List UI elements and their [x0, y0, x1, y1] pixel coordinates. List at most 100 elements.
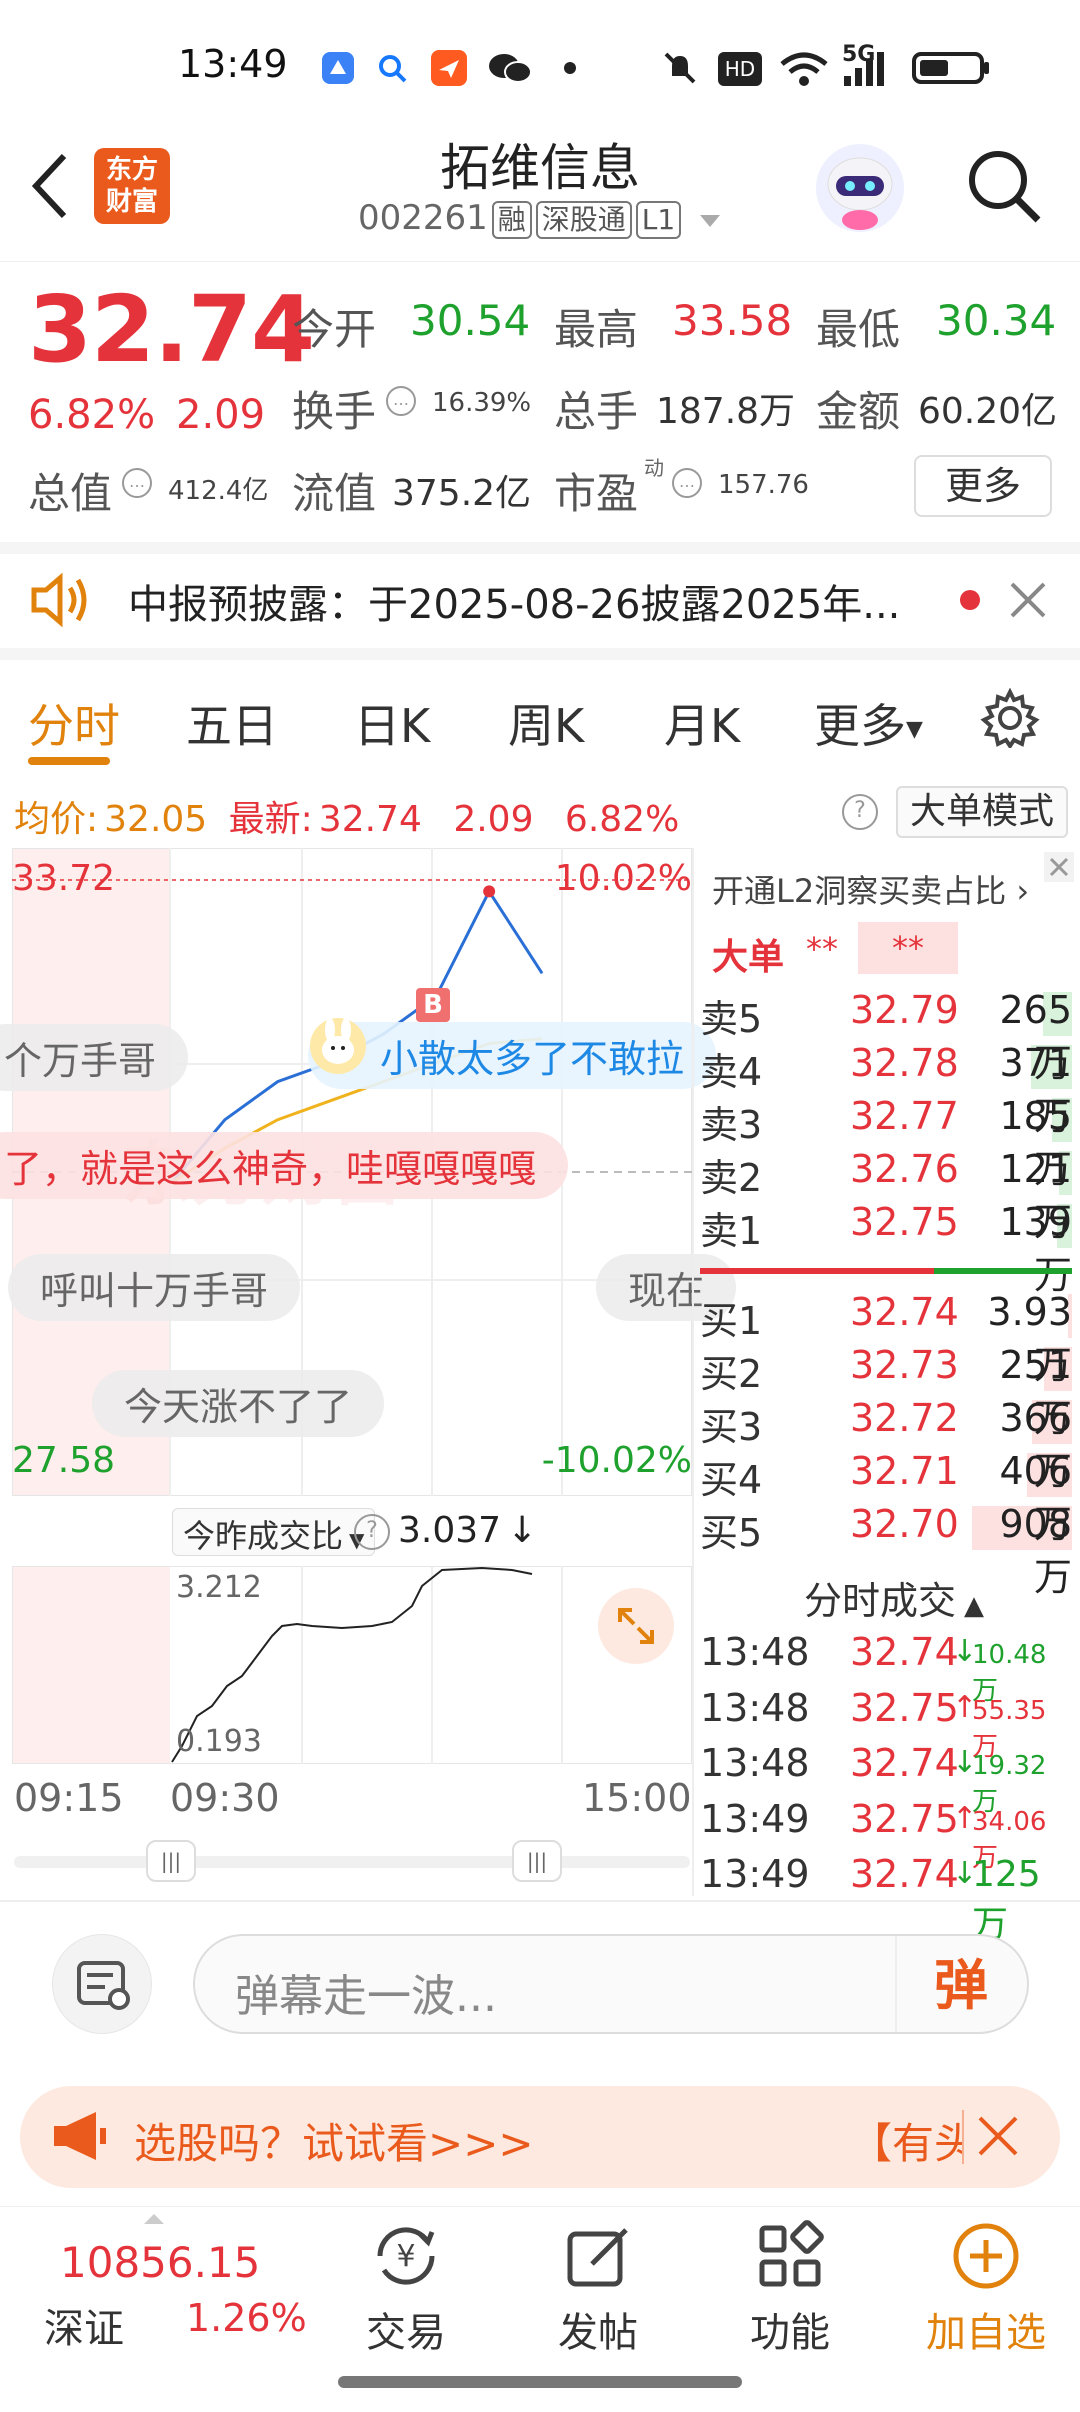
tab-five-day[interactable]: 五日	[186, 690, 278, 756]
bid-ask-ratio-red	[700, 1268, 934, 1274]
tick-price: 32.75	[850, 1685, 959, 1730]
open-value: 30.54	[410, 296, 531, 345]
intraday-chart[interactable]: 33.72 10.02% 27.58 -10.02% B 东方财富 个万手哥 小…	[0, 847, 737, 1497]
expand-up-icon[interactable]	[142, 2212, 166, 2226]
ask-price: 32.77	[850, 1094, 959, 1138]
ask-price: 32.79	[850, 988, 959, 1032]
close-l2-icon[interactable]	[1044, 852, 1074, 882]
expand-button[interactable]	[598, 1588, 674, 1664]
ask-row[interactable]: 卖3 32.77 185万	[700, 1094, 1072, 1191]
high-value: 33.58	[672, 296, 793, 345]
time-label-open: 09:30	[170, 1776, 280, 1820]
trade-icon: ¥	[377, 2227, 435, 2285]
bid-row[interactable]: 买3 32.72 366万	[700, 1396, 1072, 1493]
ask-row[interactable]: 卖5 32.79 265万	[700, 988, 1072, 1085]
search-icon[interactable]	[964, 146, 1044, 226]
status-bar: 13:49 HD 5G	[0, 0, 1080, 140]
functions-icon	[759, 2220, 824, 2287]
nav-add-watchlist[interactable]: 加自选	[916, 2300, 1056, 2358]
danmu-bubble[interactable]: 个万手哥	[0, 1024, 189, 1091]
nav-post[interactable]: 发帖	[528, 2300, 668, 2358]
latest-change: 2.09	[453, 799, 534, 840]
danmu-bubble[interactable]: 今天涨不了了	[92, 1370, 385, 1437]
mktcap-label: 总值	[28, 469, 113, 518]
tag-connect: 深股通	[535, 201, 632, 239]
tick-row[interactable]: 13:48 32.74 ↓ 19.32万	[700, 1741, 1072, 1817]
tab-more[interactable]: 更多▼	[814, 690, 923, 756]
mktcap-info-icon[interactable]: …	[122, 468, 152, 498]
volume-ratio-chart: 3.212 0.193	[11, 1565, 693, 1765]
index-value[interactable]: 10856.15	[60, 2238, 260, 2287]
tick-row[interactable]: 13:49 32.75 ↑ 34.06万	[700, 1796, 1072, 1873]
add-watchlist-icon	[953, 2223, 1019, 2289]
tick-time: 13:49	[700, 1796, 810, 1841]
nav-trade[interactable]: 交易	[336, 2300, 476, 2358]
pe-info-icon[interactable]: …	[672, 468, 702, 498]
ask-row[interactable]: 卖1 32.75 139万	[700, 1200, 1072, 1297]
send-danmu-button[interactable]: 弹	[923, 1948, 999, 2024]
tick-price: 32.75	[850, 1796, 959, 1841]
chart-top-price: 33.72	[12, 858, 116, 899]
tick-row[interactable]: 13:49 32.74 ↓ 125万	[700, 1852, 1072, 1945]
index-pct[interactable]: 1.26%	[186, 2296, 307, 2340]
big-order-mode-button[interactable]: 大单模式	[896, 786, 1068, 838]
tick-row[interactable]: 13:48 32.74 ↓ 10.48万	[700, 1630, 1072, 1706]
home-indicator[interactable]	[338, 2376, 742, 2388]
current-price: 32.74	[28, 276, 315, 383]
ask-level-label: 卖3	[700, 1103, 763, 1147]
ask-volume: 139万	[999, 1200, 1072, 1297]
tab-intraday[interactable]: 分时	[28, 690, 120, 756]
tab-weekly-k[interactable]: 周K	[508, 690, 584, 756]
volume-ratio-help-icon[interactable]: ?	[354, 1514, 390, 1550]
ticks-header[interactable]: 分时成交 ▲	[804, 1570, 984, 1625]
bid-row[interactable]: 买2 32.73 251万	[700, 1343, 1072, 1440]
help-icon[interactable]: ?	[842, 794, 878, 830]
danmu-bubble[interactable]: 了，就是这么神奇，哇嘎嘎嘎嘎	[0, 1132, 569, 1199]
stock-code: 002261	[357, 198, 488, 238]
expand-icon	[618, 1608, 654, 1644]
range-handle-left[interactable]: |||	[146, 1840, 196, 1882]
settings-gear-icon[interactable]	[980, 688, 1040, 748]
bid-row[interactable]: 买1 32.74 3.93万	[700, 1290, 1072, 1387]
message-app-icon	[431, 50, 467, 86]
turnover-value: 16.39%	[432, 388, 532, 418]
bid-level-label: 买5	[700, 1511, 763, 1555]
tick-price: 32.74	[850, 1741, 959, 1785]
range-handle-right[interactable]: |||	[512, 1840, 562, 1882]
index-name[interactable]: 深证	[44, 2296, 124, 2354]
tab-monthly-k[interactable]: 月K	[664, 690, 740, 756]
change-value: 2.09	[176, 392, 266, 438]
danmu-settings-button[interactable]	[52, 1934, 152, 2034]
tab-active-indicator	[28, 757, 110, 765]
ask-level-label: 卖1	[700, 1209, 763, 1253]
search-app-icon	[379, 55, 407, 83]
battery-icon	[912, 52, 989, 84]
ask-price: 32.78	[850, 1041, 959, 1085]
float-value: 375.2亿	[392, 473, 532, 514]
notice-text[interactable]: 中报预披露：于2025-08-26披露2025年...	[128, 572, 900, 630]
ask-row[interactable]: 卖4 32.78 371万	[700, 1041, 1072, 1138]
robot-assistant-icon[interactable]	[812, 140, 908, 236]
stock-code-line[interactable]: 002261 融深股通 L1	[0, 198, 1080, 239]
danmu-bubble[interactable]: 呼叫十万手哥	[8, 1254, 301, 1321]
tick-row[interactable]: 13:48 32.75 ↑ 55.35万	[700, 1685, 1072, 1762]
time-range-track[interactable]	[14, 1856, 690, 1868]
danmu-input[interactable]: 弹幕走一波... 弹	[193, 1934, 1029, 2034]
danmu-bubble[interactable]: 小散太多了不敢拉	[308, 1022, 717, 1089]
close-promo-icon[interactable]	[976, 2114, 1020, 2158]
nav-functions[interactable]: 功能	[720, 2300, 860, 2358]
ask-row[interactable]: 卖2 32.76 121万	[700, 1147, 1072, 1244]
tab-daily-k[interactable]: 日K	[354, 690, 430, 756]
bid-row[interactable]: 买4 32.71 406万	[700, 1449, 1072, 1546]
volume-ratio-selector[interactable]: 今昨成交比 ▼	[172, 1508, 376, 1556]
turnover-info-icon[interactable]: …	[386, 386, 416, 416]
chart-top-pct: 10.02%	[554, 858, 692, 899]
close-notice-icon[interactable]	[1008, 580, 1048, 620]
promo-banner[interactable]: 选股吗？试试看>>> 【有头	[20, 2086, 1060, 2188]
bid-row[interactable]: 买5 32.70 908万	[700, 1502, 1072, 1599]
divider	[692, 848, 694, 1896]
more-button[interactable]: 更多	[914, 455, 1052, 517]
vol-top-label: 3.212	[176, 1570, 262, 1605]
buy-marker[interactable]: B	[416, 988, 450, 1022]
l2-insight-link[interactable]: 开通L2洞察买卖占比 ›	[712, 866, 1029, 912]
